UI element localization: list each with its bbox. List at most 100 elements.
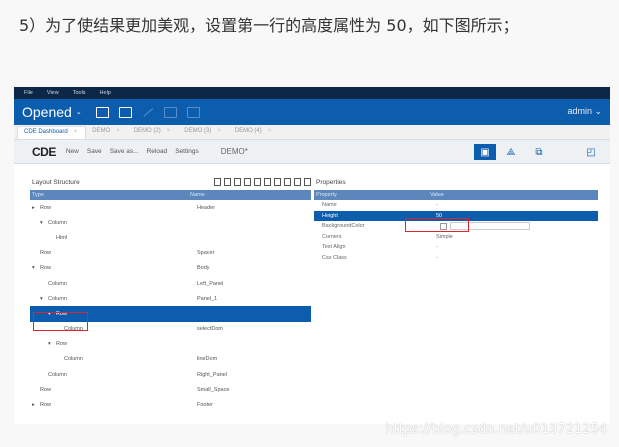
save-as-icon[interactable] (186, 106, 200, 118)
layout-row[interactable]: Column Right_Panel (30, 367, 311, 382)
cde-logo: CDE (32, 144, 56, 159)
layout-row-type: Row (32, 387, 51, 393)
menu-tools[interactable]: Tools (73, 90, 86, 96)
property-row-corners[interactable]: Corners Simple (314, 232, 598, 243)
components-view-button[interactable]: ⟁ (500, 144, 522, 160)
property-key: Text Align (322, 244, 346, 251)
tab-label: DEMO (3) (184, 128, 212, 134)
expander-icon[interactable]: ▾ (32, 265, 40, 271)
layout-row-type: Html (48, 235, 67, 241)
type-label: Row (40, 402, 52, 409)
type-label: Row (40, 265, 52, 272)
property-value[interactable]: - (436, 255, 438, 261)
save-button[interactable]: Save (87, 148, 102, 155)
brand-label: Opened (22, 104, 72, 120)
tab-bar: CDE Dashboard × DEMO × DEMO (2) × DEMO (3) ×… (14, 125, 610, 140)
layout-row[interactable]: ▾ Column (30, 215, 311, 230)
type-label: Html (56, 234, 68, 241)
add-row-icon[interactable] (214, 178, 221, 186)
preview-icon: ◰ (586, 146, 596, 158)
layout-row-name: Right_Panel (197, 371, 227, 378)
settings-button[interactable]: Settings (175, 148, 199, 155)
tab-label: DEMO (4) (234, 128, 262, 134)
duplicate-icon[interactable] (294, 178, 301, 186)
property-value[interactable]: - (436, 244, 438, 250)
layout-row[interactable]: Row Spacer (30, 246, 311, 261)
layout-row-type: ▸ Row (32, 402, 51, 408)
save-icon[interactable] (163, 106, 177, 118)
tab-demo-4[interactable]: DEMO (4) × (229, 126, 280, 139)
save-as-button[interactable]: Save as... (110, 148, 139, 155)
add-text-icon[interactable] (264, 178, 271, 186)
layout-column-header: Type Name (30, 190, 311, 200)
close-icon[interactable]: × (116, 128, 120, 134)
layout-row[interactable]: Column lineDom (30, 352, 311, 367)
close-icon[interactable]: × (74, 129, 78, 135)
reload-button[interactable]: Reload (147, 148, 168, 155)
tab-demo[interactable]: DEMO × (86, 126, 128, 139)
layout-row[interactable]: ▾ Column Panel_1 (30, 291, 311, 306)
layout-row-name: Left_Panel (197, 280, 224, 287)
layout-row[interactable]: Html (30, 230, 311, 245)
layout-row[interactable]: Column Left_Panel (30, 276, 311, 291)
edit-icon[interactable] (142, 107, 153, 117)
property-key: Height (322, 212, 338, 219)
new-button[interactable]: New (66, 148, 79, 155)
property-value[interactable]: - (436, 202, 438, 208)
layout-row[interactable]: ▾ Row (30, 337, 311, 352)
col-name: Name (190, 192, 205, 198)
layout-row[interactable]: Row Small_Space (30, 382, 311, 397)
expander-icon[interactable]: ▸ (32, 205, 40, 211)
tab-demo-2[interactable]: DEMO (2) × (128, 126, 179, 139)
layout-row-name: Header (197, 204, 216, 211)
layout-tree: ▸ Row Header ▾ Column Html Row Spacer ▾ Row Body Co… (30, 200, 311, 413)
height-highlight-box (405, 218, 469, 232)
add-freeform-icon[interactable] (274, 178, 281, 186)
opened-menu[interactable]: Opened ⌄ (22, 104, 82, 120)
layout-row-name: selectDom (197, 326, 223, 333)
add-image-icon[interactable] (244, 178, 251, 186)
close-icon[interactable]: × (217, 128, 221, 134)
tab-demo-3[interactable]: DEMO (3) × (178, 126, 229, 139)
type-label: Column (48, 371, 67, 378)
type-label: Row (56, 341, 68, 348)
tab-label: CDE Dashboard (24, 128, 68, 135)
delete-icon[interactable] (304, 178, 311, 186)
tab-label: DEMO (92, 128, 111, 134)
close-icon[interactable]: × (167, 128, 171, 134)
property-row-name[interactable]: Name - (314, 200, 598, 211)
layout-row-name: Small_Space (197, 386, 230, 393)
layout-row[interactable]: ▾ Row Body (30, 261, 311, 276)
expander-icon[interactable]: ▾ (48, 341, 56, 347)
expander-icon[interactable]: ▾ (40, 296, 48, 302)
layout-view-button[interactable]: ▣ (474, 144, 496, 160)
cde-screenshot: File View Tools Help Opened ⌄ admin ⌄ CD… (14, 87, 610, 424)
panel-title: Layout Structure (32, 179, 80, 186)
layout-row-type: ▾ Row (48, 341, 67, 347)
menu-help[interactable]: Help (100, 90, 111, 96)
expander-icon[interactable]: ▾ (40, 220, 48, 226)
add-html-icon[interactable] (254, 178, 261, 186)
tab-cde-dashboard[interactable]: CDE Dashboard × (17, 126, 87, 139)
property-key: BackgroundColor (322, 223, 365, 230)
menu-view[interactable]: View (47, 90, 59, 96)
tab-label: DEMO (2) (133, 128, 161, 134)
add-space-icon[interactable] (234, 178, 241, 186)
preview-button[interactable]: ◰ (580, 144, 602, 160)
layout-row-type: Column (40, 372, 67, 378)
property-row-text-align[interactable]: Text Align - (314, 242, 598, 253)
layout-row[interactable]: ▸ Row Footer (30, 397, 311, 412)
datasources-view-button[interactable]: ⧉ (528, 144, 550, 160)
new-file-icon[interactable] (118, 106, 132, 118)
layout-row-name: Body (197, 265, 210, 272)
close-icon[interactable]: × (268, 128, 272, 134)
property-row-css-class[interactable]: Css Class - (314, 253, 598, 264)
add-resource-icon[interactable] (284, 178, 291, 186)
open-folder-icon[interactable] (95, 106, 109, 118)
expander-icon[interactable]: ▸ (32, 402, 40, 408)
property-value[interactable]: Simple (436, 234, 453, 240)
menu-file[interactable]: File (24, 90, 33, 96)
layout-row[interactable]: ▸ Row Header (30, 200, 311, 215)
user-menu[interactable]: admin ⌄ (567, 106, 602, 117)
add-column-icon[interactable] (224, 178, 231, 186)
